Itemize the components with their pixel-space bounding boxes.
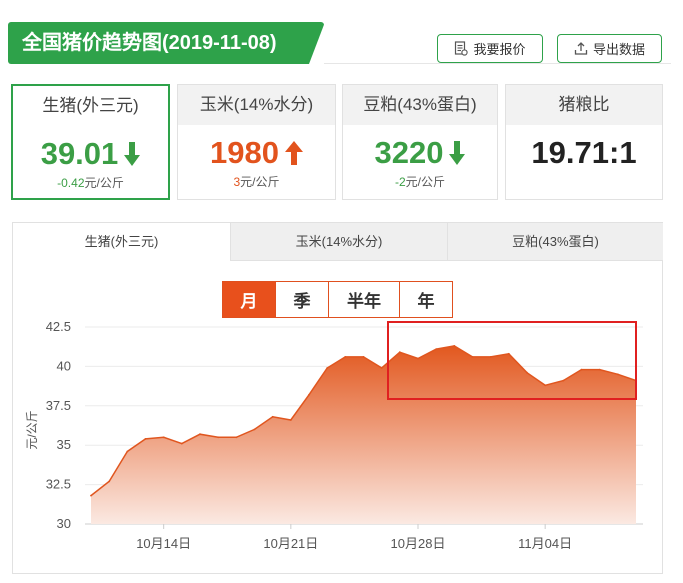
title-underline	[324, 63, 671, 64]
card-corn-value-row: 1980	[178, 135, 335, 171]
card-hog-grain-ratio-value: 19.71:1	[531, 135, 637, 170]
card-live-hog-value: 39.01	[40, 136, 119, 171]
arrow-down-icon	[124, 142, 141, 166]
period-month-button[interactable]: 月	[222, 281, 276, 318]
card-soymeal-change-row: -2元/公斤	[343, 173, 497, 190]
card-hog-grain-ratio-name: 猪粮比	[506, 85, 662, 125]
export-data-button[interactable]: 导出数据	[557, 34, 662, 63]
tab-soymeal[interactable]: 豆粕(43%蛋白)	[447, 223, 663, 261]
export-data-label: 导出数据	[592, 42, 645, 57]
card-soymeal-value-row: 3220	[343, 135, 497, 171]
card-live-hog-change: -0.42	[57, 176, 85, 190]
card-soymeal-change: -2	[394, 175, 406, 189]
tab-corn[interactable]: 玉米(14%水分)	[230, 223, 447, 261]
card-corn[interactable]: 玉米(14%水分) 1980 3元/公斤	[177, 84, 336, 200]
period-quarter-button[interactable]: 季	[275, 281, 329, 318]
card-soymeal[interactable]: 豆粕(43%蛋白) 3220 -2元/公斤	[342, 84, 498, 200]
card-live-hog-value-row: 39.01	[13, 136, 168, 172]
y-axis-title: 元/公斤	[24, 410, 39, 450]
card-live-hog-unit: 元/公斤	[84, 176, 124, 190]
page-title: 全国猪价趋势图(2019-11-08)	[8, 22, 325, 64]
card-live-hog[interactable]: 生猪(外三元) 39.01 -0.42元/公斤	[11, 84, 170, 200]
report-price-button[interactable]: 我要报价	[437, 34, 543, 63]
card-corn-change-row: 3元/公斤	[178, 173, 335, 190]
card-corn-value: 1980	[210, 135, 279, 170]
card-soymeal-unit: 元/公斤	[405, 175, 445, 189]
card-soymeal-value: 3220	[374, 135, 444, 170]
card-hog-grain-ratio-value-row: 19.71:1	[506, 135, 662, 171]
arrow-down-icon	[449, 141, 466, 165]
period-year-button[interactable]: 年	[399, 281, 453, 318]
chart-panel: 生猪(外三元) 玉米(14%水分) 豆粕(43%蛋白)	[12, 222, 663, 574]
arrow-up-icon	[284, 141, 303, 165]
upload-icon	[574, 42, 588, 55]
document-icon	[455, 41, 469, 56]
tab-live-hog[interactable]: 生猪(外三元)	[13, 223, 230, 261]
card-live-hog-change-row: -0.42元/公斤	[13, 174, 168, 191]
card-corn-name: 玉米(14%水分)	[178, 85, 335, 125]
title-notch	[309, 22, 325, 64]
card-soymeal-name: 豆粕(43%蛋白)	[343, 85, 497, 125]
report-price-label: 我要报价	[473, 42, 526, 57]
card-hog-grain-ratio[interactable]: 猪粮比 19.71:1	[505, 84, 663, 200]
period-half-year-button[interactable]: 半年	[328, 281, 400, 318]
card-live-hog-name: 生猪(外三元)	[13, 86, 168, 126]
card-corn-unit: 元/公斤	[240, 175, 280, 189]
